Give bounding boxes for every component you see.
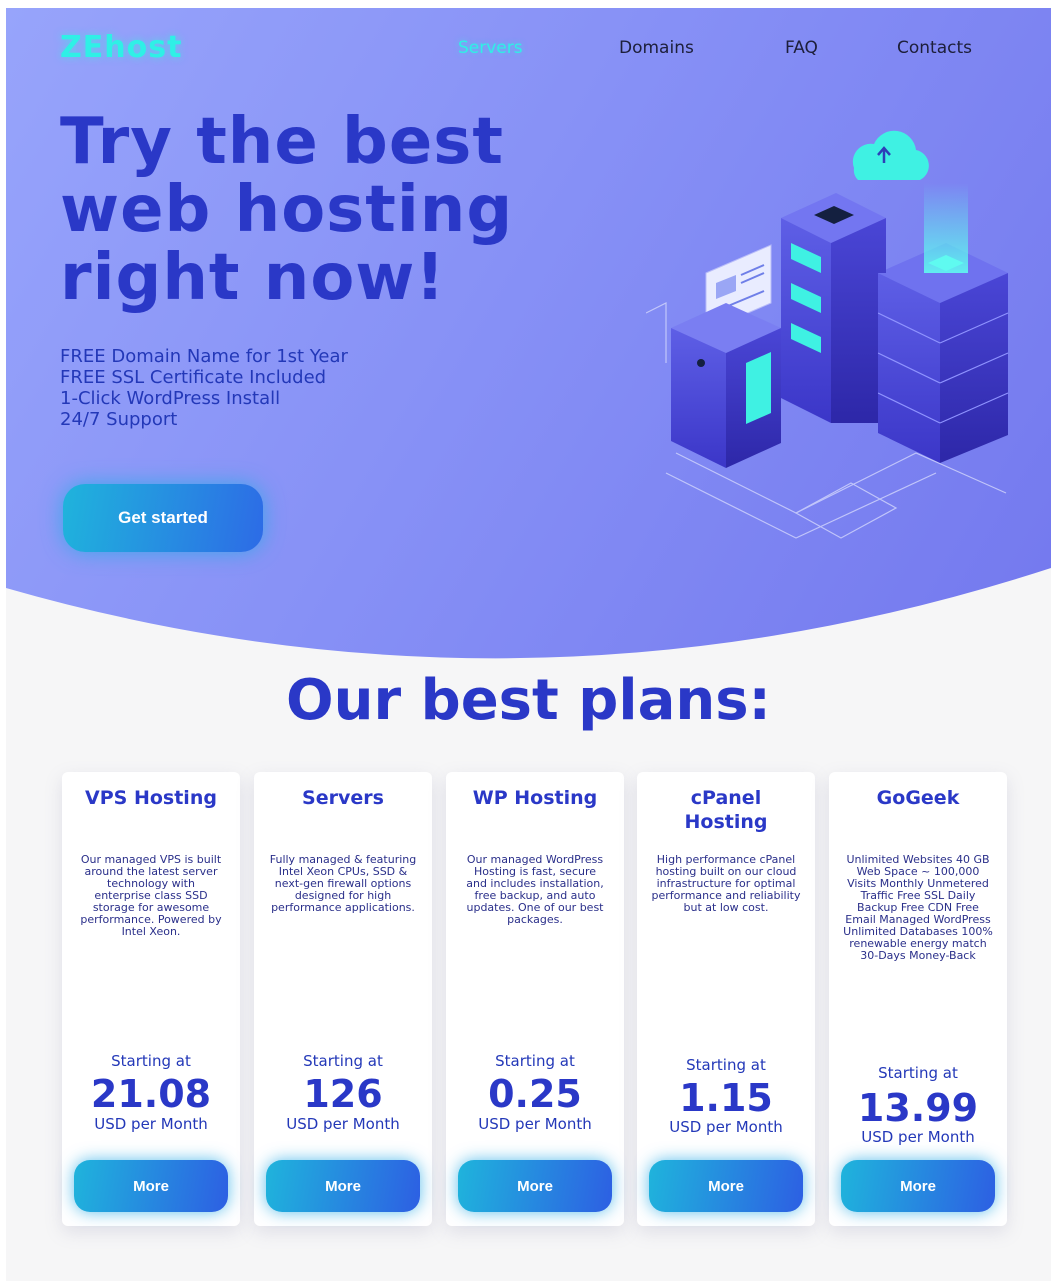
plan-price: 13.99: [857, 1086, 979, 1130]
plan-price: 21.08: [90, 1072, 212, 1116]
headline-line: right now!: [60, 241, 446, 315]
nav-contacts[interactable]: Contacts: [897, 38, 972, 58]
plan-price: 0.25: [488, 1072, 582, 1116]
feature-list: FREE Domain Name for 1st Year FREE SSL C…: [60, 346, 348, 430]
price-unit: USD per Month: [94, 1115, 208, 1133]
nav-domains[interactable]: Domains: [619, 38, 694, 58]
plan-description: Fully managed & featuring Intel Xeon CPU…: [269, 853, 417, 914]
plan-card-gogeek: GoGeek Unlimited Websites 40 GB Web Spac…: [829, 772, 1007, 1226]
headline-line: Try the best: [60, 105, 504, 179]
plan-description: Our managed WordPress Hosting is fast, s…: [466, 853, 604, 926]
starting-at-label: Starting at: [111, 1052, 191, 1070]
starting-at-label: Starting at: [495, 1052, 575, 1070]
plan-card-wp: WP Hosting Our managed WordPress Hosting…: [446, 772, 624, 1226]
starting-at-label: Starting at: [686, 1056, 766, 1074]
page: ZEhost Servers Domains FAQ Contacts Try …: [6, 8, 1051, 1281]
plan-name: WP Hosting: [472, 787, 598, 809]
plan-description: High performance cPanel hosting built on…: [651, 853, 801, 914]
plan-price: 126: [303, 1072, 383, 1116]
more-button[interactable]: More: [649, 1160, 803, 1212]
more-button[interactable]: More: [266, 1160, 420, 1212]
get-started-button[interactable]: Get started: [63, 484, 263, 552]
price-unit: USD per Month: [478, 1115, 592, 1133]
plan-name: Servers: [302, 787, 384, 809]
plan-name: GoGeek: [876, 787, 960, 809]
price-unit: USD per Month: [286, 1115, 400, 1133]
cloud-icon: [852, 130, 929, 180]
plan-card-vps: VPS Hosting Our managed VPS is built aro…: [62, 772, 240, 1226]
plan-price: 1.15: [679, 1076, 773, 1120]
feature-item: FREE Domain Name for 1st Year: [60, 346, 348, 367]
nav-faq[interactable]: FAQ: [785, 38, 818, 58]
plan-name: VPS Hosting: [85, 787, 217, 809]
plan-description: Our managed VPS is built around the late…: [80, 853, 222, 938]
server-stack-cloud-icon: [646, 130, 1009, 539]
more-button[interactable]: More: [74, 1160, 228, 1212]
hero-headline: Try the best web hosting right now!: [60, 108, 620, 312]
plans-title: Our best plans:: [286, 668, 771, 733]
feature-item: 1-Click WordPress Install: [60, 388, 281, 409]
feature-item: FREE SSL Certificate Included: [60, 367, 327, 388]
price-unit: USD per Month: [861, 1128, 975, 1146]
feature-item: 24/7 Support: [60, 409, 178, 430]
price-unit: USD per Month: [669, 1118, 783, 1136]
plan-card-servers: Servers Fully managed & featuring Intel …: [254, 772, 432, 1226]
plan-card-cpanel: cPanel Hosting High performance cPanel h…: [637, 772, 815, 1226]
starting-at-label: Starting at: [878, 1064, 958, 1082]
more-button[interactable]: More: [841, 1160, 995, 1212]
plan-name: cPanel Hosting: [684, 787, 768, 833]
more-button[interactable]: More: [458, 1160, 612, 1212]
starting-at-label: Starting at: [303, 1052, 383, 1070]
logo[interactable]: ZEhost: [60, 30, 182, 65]
headline-line: web hosting: [60, 173, 514, 247]
nav-servers[interactable]: Servers: [458, 38, 523, 58]
plan-description: Unlimited Websites 40 GB Web Space ~ 100…: [843, 853, 993, 962]
